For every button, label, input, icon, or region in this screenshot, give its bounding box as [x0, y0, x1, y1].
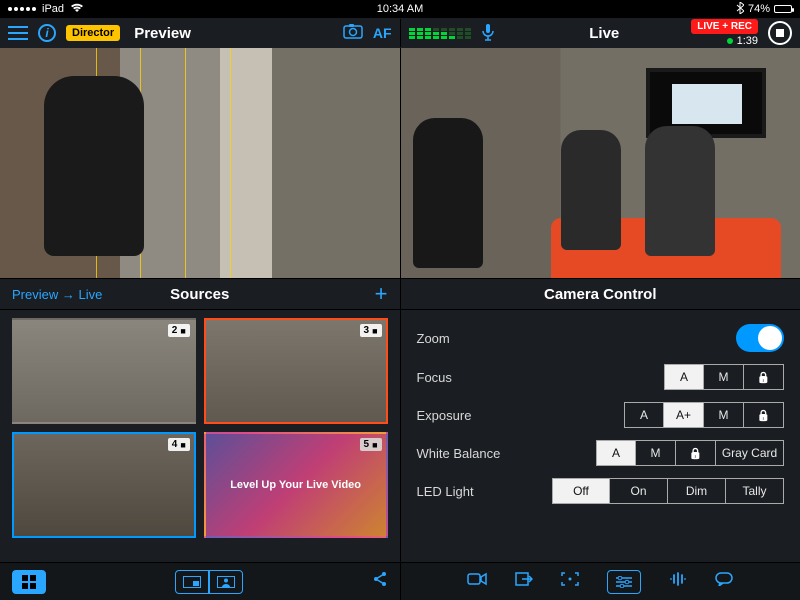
exposure-marker-icon[interactable]: ☀: [110, 158, 124, 178]
app-header: i Director Preview AF Live LIVE + REC 1:…: [0, 18, 800, 48]
preview-to-live-button[interactable]: Preview → Live: [12, 287, 102, 302]
zoom-label: Zoom: [417, 331, 737, 346]
exposure-segment: A A+ M: [624, 402, 784, 428]
audio-wave-icon[interactable]: [669, 572, 687, 591]
share-icon[interactable]: [372, 571, 388, 592]
exposure-aplus-button[interactable]: A+: [664, 402, 704, 428]
exposure-m-button[interactable]: M: [704, 402, 744, 428]
info-icon[interactable]: i: [38, 24, 56, 42]
focus-point-icon[interactable]: [561, 572, 579, 591]
sliders-button[interactable]: [607, 570, 641, 594]
led-label: LED Light: [417, 484, 553, 499]
source-thumb[interactable]: 3■: [204, 318, 388, 424]
led-on-button[interactable]: On: [610, 478, 668, 504]
stop-button[interactable]: [768, 21, 792, 45]
videocam-icon: ■: [180, 326, 185, 336]
videocam-icon: ■: [372, 326, 377, 336]
person-frame-button[interactable]: [209, 570, 243, 594]
wb-segment: A M Gray Card: [596, 440, 784, 466]
focus-segment: A M: [664, 364, 784, 390]
source-thumb[interactable]: 5■ Level Up Your Live Video: [204, 432, 388, 538]
focus-lock-button[interactable]: [744, 364, 784, 390]
preview-title: Preview: [134, 25, 191, 42]
microphone-icon[interactable]: [481, 23, 495, 44]
ios-status-bar: iPad 10:34 AM 74%: [0, 0, 800, 18]
battery-icon: [774, 5, 792, 13]
led-tally-button[interactable]: Tally: [726, 478, 784, 504]
wb-a-button[interactable]: A: [596, 440, 636, 466]
focus-auto-button[interactable]: A: [664, 364, 704, 390]
source-thumb[interactable]: 2■: [12, 318, 196, 424]
add-source-button[interactable]: +: [375, 281, 388, 307]
battery-percent: 74%: [748, 3, 770, 15]
wb-graycard-button[interactable]: Gray Card: [716, 440, 784, 466]
live-title: Live: [589, 25, 619, 42]
bluetooth-icon: [736, 2, 744, 17]
live-rec-badge: LIVE + REC: [691, 19, 758, 34]
wb-lock-button[interactable]: [676, 440, 716, 466]
source-overlay-text: Level Up Your Live Video: [206, 434, 386, 536]
autofocus-button[interactable]: AF: [373, 25, 392, 41]
source-thumb[interactable]: 4■: [12, 432, 196, 538]
videocam-icon[interactable]: [467, 572, 487, 591]
wifi-icon: [70, 3, 84, 16]
device-label: iPad: [42, 3, 64, 15]
chat-icon[interactable]: [715, 572, 733, 591]
led-dim-button[interactable]: Dim: [668, 478, 726, 504]
focus-manual-button[interactable]: M: [704, 364, 744, 390]
grid-view-button[interactable]: [12, 570, 46, 594]
sources-title: Sources: [170, 286, 229, 303]
videocam-icon: ■: [180, 440, 185, 450]
signal-dots-icon: [8, 7, 36, 11]
exposure-label: Exposure: [417, 408, 625, 423]
preview-monitor[interactable]: ☀: [0, 48, 400, 278]
zoom-toggle[interactable]: [736, 324, 784, 352]
wb-m-button[interactable]: M: [636, 440, 676, 466]
led-off-button[interactable]: Off: [552, 478, 610, 504]
sources-grid: 2■ 3■ 4■ 5■ Level Up Your Live Video: [0, 310, 400, 546]
wb-label: White Balance: [417, 446, 597, 461]
director-badge: Director: [66, 25, 120, 41]
audio-meter: [409, 28, 471, 39]
rec-timer: 1:39: [727, 35, 758, 47]
menu-icon[interactable]: [8, 26, 28, 40]
led-segment: Off On Dim Tally: [552, 478, 784, 504]
output-icon[interactable]: [515, 572, 533, 591]
live-monitor[interactable]: [400, 48, 800, 278]
focus-label: Focus: [417, 370, 665, 385]
camera-control-title: Camera Control: [544, 286, 657, 303]
exposure-a-button[interactable]: A: [624, 402, 664, 428]
clock: 10:34 AM: [377, 3, 423, 15]
camera-icon[interactable]: [343, 23, 363, 44]
pip-button[interactable]: [175, 570, 209, 594]
exposure-lock-button[interactable]: [744, 402, 784, 428]
